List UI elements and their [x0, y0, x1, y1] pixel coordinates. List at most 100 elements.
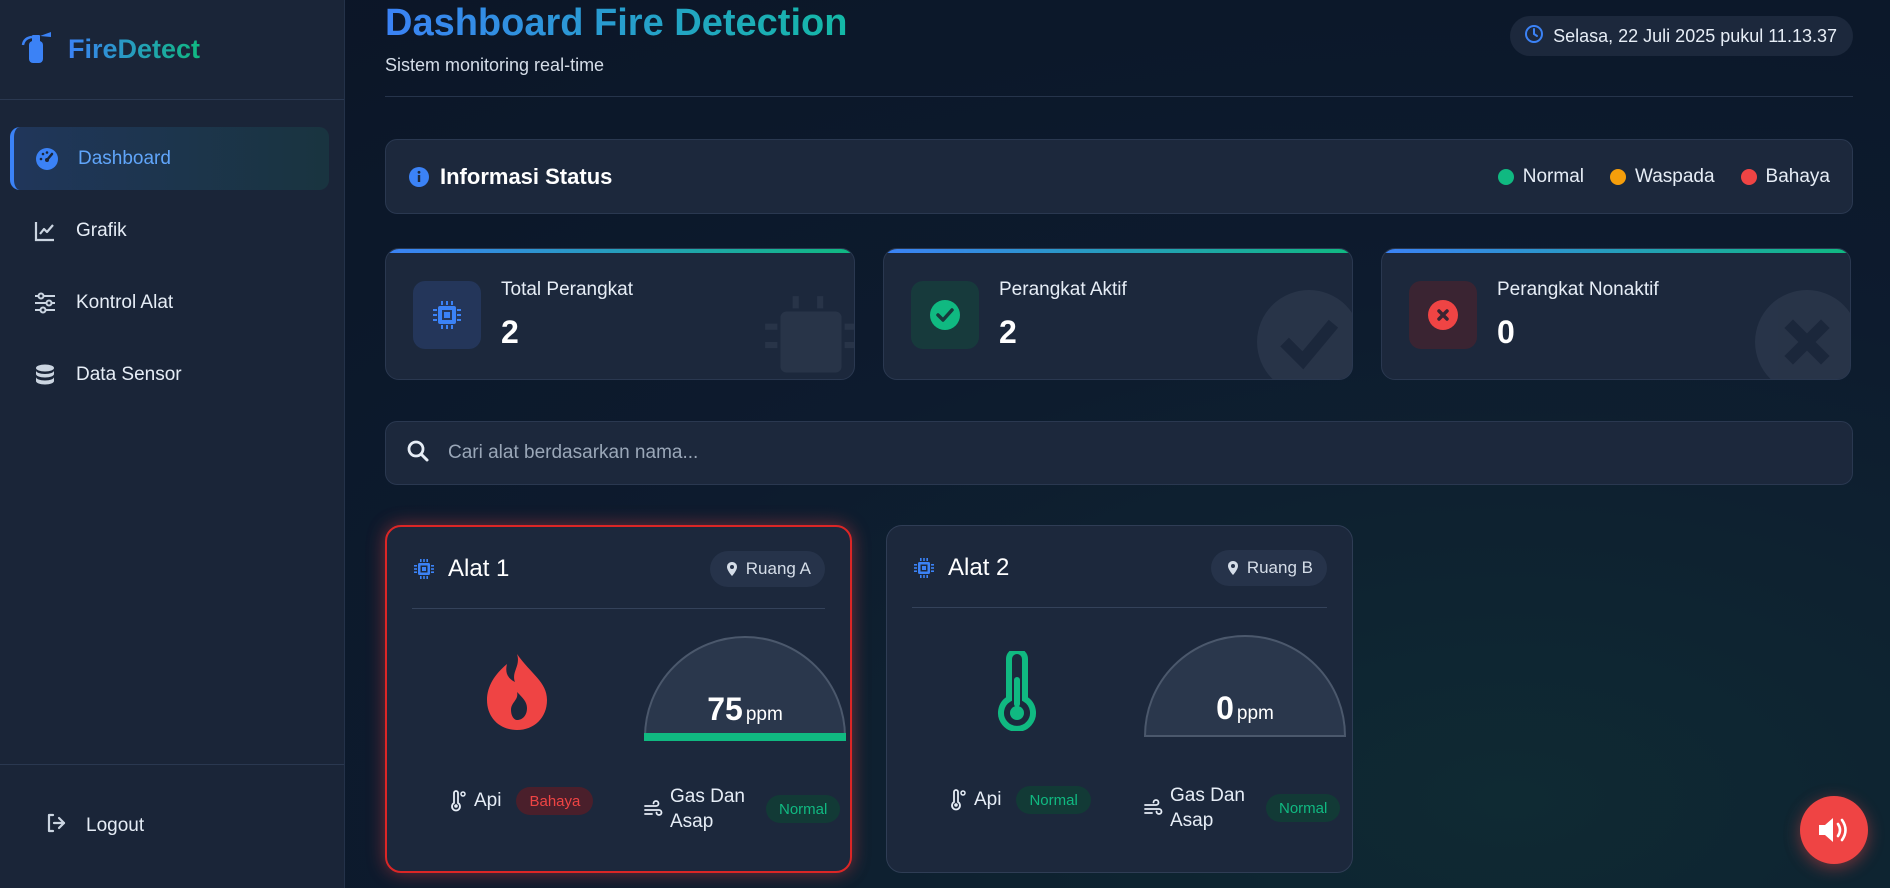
sidebar-item-label: Data Sensor — [76, 363, 182, 385]
gas-sensor-status: Gas Dan Asap Normal — [1142, 783, 1341, 833]
legend-normal: Normal — [1497, 165, 1584, 188]
map-pin-icon — [726, 561, 737, 576]
volume-icon — [1819, 818, 1847, 842]
fire-extinguisher-icon — [20, 29, 54, 70]
logout-label: Logout — [86, 815, 145, 836]
fire-sensor-status: Api Normal — [946, 786, 1091, 814]
thermometer-icon — [451, 790, 466, 812]
location-label: Ruang B — [1246, 557, 1313, 577]
x-circle-icon — [1409, 281, 1477, 349]
wind-icon — [644, 800, 663, 816]
gas-sensor-status: Gas Dan Asap Normal — [642, 784, 841, 834]
sliders-icon — [32, 290, 58, 316]
status-info-panel: Informasi Status Normal Waspada Bahaya — [385, 139, 1853, 214]
device-header: Alat 2 Ruang B — [912, 549, 1327, 608]
map-pin-icon — [1227, 560, 1238, 575]
sidebar: FireDetect Dashboard Grafik Kontrol Alat… — [0, 0, 345, 888]
stat-label: Total Perangkat — [501, 279, 634, 300]
chip-icon — [914, 557, 934, 578]
stat-card-inactive: Perangkat Nonaktif 0 — [1381, 248, 1851, 380]
search-icon — [406, 439, 448, 468]
legend-label: Normal — [1522, 165, 1584, 187]
search-bar — [385, 421, 1853, 485]
gas-reading: 75 ppm — [642, 691, 848, 728]
check-watermark-icon — [1257, 290, 1352, 379]
chip-watermark-icon — [765, 296, 854, 373]
gas-value: 75 — [707, 691, 743, 727]
chip-icon — [414, 558, 434, 579]
status-dot — [1609, 168, 1626, 185]
status-legend: Normal Waspada Bahaya — [1472, 166, 1830, 188]
status-info-title: Informasi Status — [440, 163, 613, 189]
location-label: Ruang A — [745, 558, 811, 578]
sensor-label: Api — [474, 790, 502, 811]
gas-gauge: 75 ppm — [642, 633, 848, 741]
database-icon — [32, 362, 58, 388]
legend-label: Bahaya — [1765, 165, 1830, 187]
thermometer-icon — [977, 646, 1057, 736]
legend-label: Waspada — [1634, 165, 1715, 187]
chip-icon — [413, 281, 481, 349]
stat-label: Perangkat Nonaktif — [1497, 279, 1659, 300]
stats-row: Total Perangkat 2 Perangkat Aktif 2 Pera… — [385, 248, 1853, 380]
logout-button[interactable]: Logout — [44, 811, 144, 841]
device-card[interactable]: Alat 1 Ruang A 75 ppm Api Bahaya Gas Dan… — [385, 525, 852, 873]
gas-value: 0 — [1216, 690, 1234, 726]
stat-value: 2 — [501, 314, 519, 350]
gas-gauge: 0 ppm — [1142, 632, 1348, 740]
wind-icon — [1144, 799, 1163, 815]
gauge-icon — [34, 146, 60, 172]
stat-value: 0 — [1497, 314, 1515, 350]
device-name: Alat 1 — [448, 554, 510, 582]
logout-icon — [44, 811, 86, 841]
fire-icon — [477, 647, 557, 737]
gas-reading: 0 ppm — [1142, 690, 1348, 727]
sidebar-nav: Dashboard Grafik Kontrol Alat Data Senso… — [10, 127, 329, 415]
stat-card-active: Perangkat Aktif 2 — [883, 248, 1353, 380]
status-badge: Normal — [766, 795, 841, 823]
datetime-badge: Selasa, 22 Juli 2025 pukul 11.13.37 — [1510, 16, 1853, 56]
header-divider — [385, 96, 1853, 97]
sensor-label: Gas Dan Asap — [1170, 785, 1245, 831]
search-input[interactable] — [448, 442, 1852, 464]
sidebar-item-dashboard[interactable]: Dashboard — [10, 127, 329, 190]
clock-icon — [1524, 24, 1553, 49]
datetime-text: Selasa, 22 Juli 2025 pukul 11.13.37 — [1553, 25, 1837, 46]
legend-bahaya: Bahaya — [1740, 165, 1830, 188]
page-subtitle: Sistem monitoring real-time — [385, 55, 605, 75]
stat-label: Perangkat Aktif — [999, 279, 1127, 300]
status-badge: Bahaya — [516, 787, 594, 815]
device-grid: Alat 1 Ruang A 75 ppm Api Bahaya Gas Dan… — [385, 525, 1353, 873]
sidebar-item-label: Kontrol Alat — [76, 291, 174, 313]
sidebar-item-label: Dashboard — [78, 147, 171, 169]
gas-unit: ppm — [1236, 703, 1274, 724]
device-card[interactable]: Alat 2 Ruang B 0 ppm Api Normal Gas Dan … — [886, 525, 1353, 873]
fire-sensor-status: Api Bahaya — [446, 787, 594, 815]
status-badge: Normal — [1266, 794, 1341, 822]
sensor-label: Gas Dan Asap — [670, 786, 745, 832]
stat-card-total: Total Perangkat 2 — [385, 248, 855, 380]
info-icon — [408, 166, 430, 188]
location-badge: Ruang B — [1210, 549, 1327, 586]
status-dot — [1497, 168, 1514, 185]
sound-toggle-button[interactable] — [1800, 796, 1868, 864]
sidebar-item-grafik[interactable]: Grafik — [10, 199, 329, 262]
brand-name: FireDetect — [68, 34, 201, 64]
status-dot — [1740, 168, 1757, 185]
brand[interactable]: FireDetect — [0, 0, 344, 100]
gas-unit: ppm — [745, 704, 783, 725]
status-badge: Normal — [1016, 786, 1091, 814]
device-name: Alat 2 — [948, 553, 1010, 581]
location-badge: Ruang A — [709, 550, 825, 587]
check-circle-icon — [911, 281, 979, 349]
sidebar-item-kontrol-alat[interactable]: Kontrol Alat — [10, 271, 329, 334]
sensor-label: Api — [974, 789, 1002, 810]
sidebar-item-label: Grafik — [76, 219, 127, 241]
sidebar-item-data-sensor[interactable]: Data Sensor — [10, 343, 329, 406]
chart-line-icon — [32, 218, 58, 244]
x-watermark-icon — [1755, 290, 1850, 379]
device-header: Alat 1 Ruang A — [412, 550, 825, 609]
stat-value: 2 — [999, 314, 1017, 350]
page-title: Dashboard Fire Detection — [385, 2, 848, 44]
legend-waspada: Waspada — [1609, 165, 1715, 188]
